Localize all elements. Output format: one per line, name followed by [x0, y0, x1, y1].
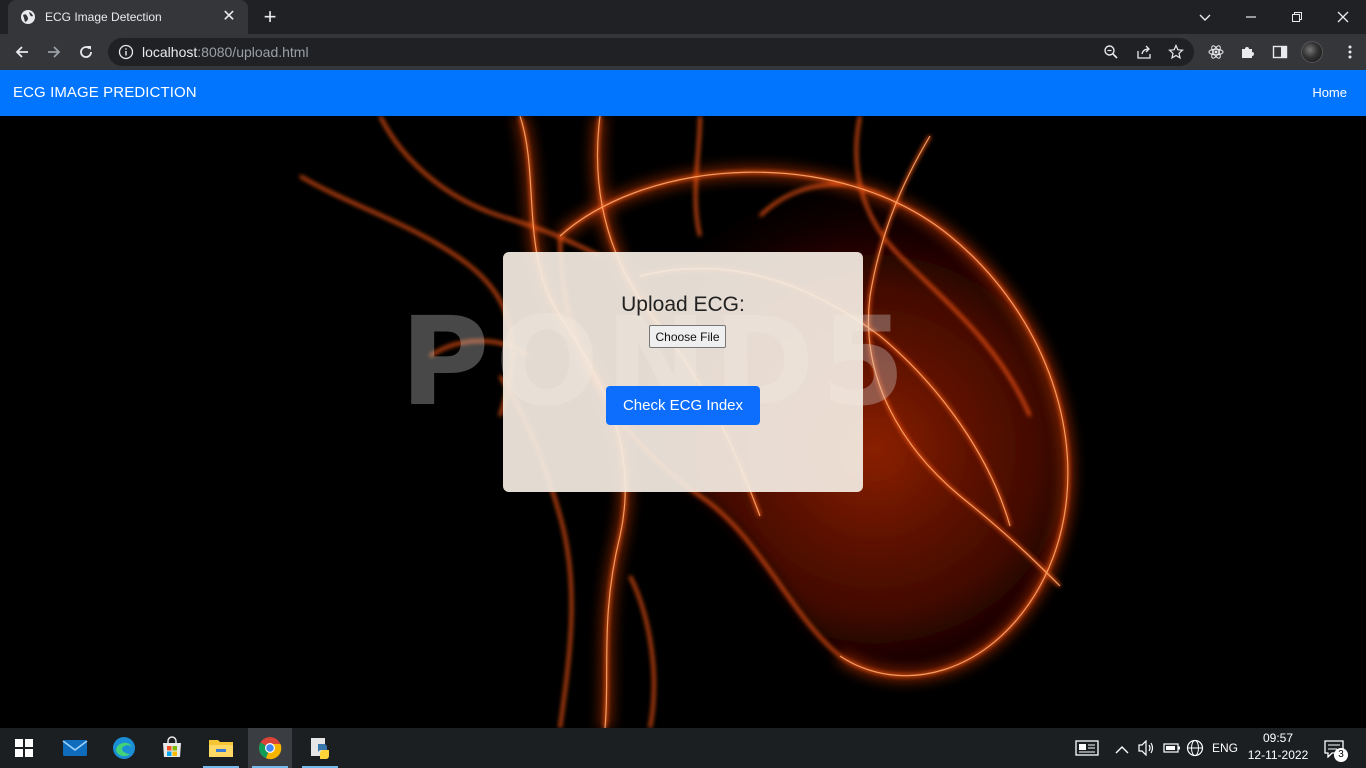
site-navbar: ECG IMAGE PREDICTION Home — [0, 70, 1366, 116]
network-globe-icon[interactable] — [1186, 739, 1204, 762]
site-info-icon[interactable] — [118, 44, 134, 60]
windows-taskbar: ENG 09:57 12-11-2022 — [0, 728, 1366, 768]
mail-icon[interactable] — [53, 728, 97, 768]
share-icon[interactable] — [1136, 44, 1152, 60]
globe-icon — [20, 9, 36, 25]
check-ecg-index-button[interactable]: Check ECG Index — [606, 386, 760, 425]
address-bar[interactable]: localhost:8080/upload.html — [108, 38, 1194, 66]
url-host: localhost — [142, 44, 198, 60]
url-text: localhost:8080/upload.html — [142, 38, 309, 66]
extensions-icon[interactable] — [1240, 44, 1256, 60]
restore-icon[interactable] — [1274, 0, 1320, 34]
clock[interactable]: 09:57 12-11-2022 — [1244, 730, 1312, 764]
react-devtools-icon[interactable] — [1208, 44, 1224, 60]
tab-close-icon[interactable]: ✕ — [220, 8, 238, 26]
clock-time: 09:57 — [1262, 731, 1294, 745]
choose-file-button[interactable]: Choose File — [649, 325, 726, 348]
forward-icon[interactable] — [40, 38, 68, 66]
bookmark-star-icon[interactable] — [1168, 44, 1184, 60]
browser-tab[interactable]: ECG Image Detection ✕ — [8, 0, 248, 34]
profile-avatar[interactable] — [1301, 41, 1323, 63]
minimize-icon[interactable] — [1228, 0, 1274, 34]
tab-search-icon[interactable] — [1182, 0, 1228, 34]
tab-title: ECG Image Detection — [45, 10, 162, 24]
news-widget-icon[interactable] — [1075, 740, 1099, 761]
notification-count-badge: 3 — [1334, 748, 1348, 762]
zoom-icon[interactable] — [1103, 44, 1119, 60]
side-panel-icon[interactable] — [1272, 44, 1288, 60]
edge-icon[interactable] — [102, 728, 146, 768]
upload-title: Upload ECG: — [621, 293, 745, 316]
close-window-icon[interactable] — [1320, 0, 1366, 34]
menu-kebab-icon[interactable] — [1342, 44, 1358, 60]
start-icon[interactable] — [2, 728, 46, 768]
store-icon[interactable] — [150, 728, 194, 768]
chrome-icon[interactable] — [248, 728, 292, 768]
browser-tab-strip: ECG Image Detection ✕ + — [0, 0, 1366, 34]
nav-home-link[interactable]: Home — [1312, 70, 1347, 116]
upload-card: Upload ECG: Choose File Check ECG Index — [503, 252, 863, 492]
clock-date: 12-11-2022 — [1247, 748, 1309, 762]
language-indicator[interactable]: ENG — [1212, 741, 1238, 755]
new-tab-icon[interactable]: + — [258, 6, 282, 28]
hero-background: POND5 Upload ECG: Choose File Check ECG … — [0, 116, 1366, 728]
file-explorer-icon[interactable] — [199, 728, 243, 768]
navbar-brand[interactable]: ECG IMAGE PREDICTION — [13, 70, 197, 116]
battery-icon[interactable] — [1163, 741, 1181, 760]
volume-icon[interactable] — [1137, 739, 1155, 761]
chevron-up-icon[interactable] — [1115, 742, 1129, 760]
back-icon[interactable] — [8, 38, 36, 66]
url-path: :8080/upload.html — [197, 44, 309, 60]
python-icon[interactable] — [298, 728, 342, 768]
browser-toolbar: localhost:8080/upload.html — [0, 34, 1366, 70]
reload-icon[interactable] — [72, 38, 100, 66]
